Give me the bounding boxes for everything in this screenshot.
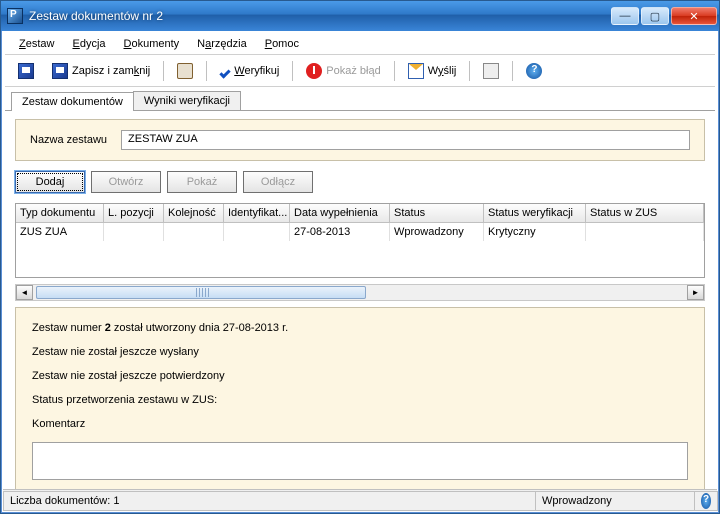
send-label: Wyślij (428, 65, 457, 77)
info-panel: Zestaw numer 2 został utworzony dnia 27-… (15, 307, 705, 489)
cell-lp (104, 223, 164, 241)
save-and-close-button[interactable]: Zapisz i zamknij (45, 59, 157, 83)
comment-label: Komentarz (32, 418, 688, 430)
cell-typ: ZUS ZUA (16, 223, 104, 241)
verify-label: Weryfikuj (234, 65, 279, 77)
titlebar: Zestaw dokumentów nr 2 — ▢ ✕ (1, 1, 719, 31)
info-created: Zestaw numer 2 został utworzony dnia 27-… (32, 322, 688, 334)
separator (512, 61, 513, 81)
comment-input[interactable] (32, 442, 688, 480)
name-label: Nazwa zestawu (30, 134, 107, 146)
mail-icon (408, 63, 424, 79)
cell-kol (164, 223, 224, 241)
info-not-confirmed: Zestaw nie został jeszcze potwierdzony (32, 370, 688, 382)
minimize-button[interactable]: — (611, 7, 639, 25)
horizontal-scrollbar[interactable]: ◄ ► (15, 284, 705, 301)
save-and-close-label: Zapisz i zamknij (72, 65, 150, 77)
status-help-button[interactable]: ? (694, 491, 718, 511)
show-button: Pokaż (167, 171, 237, 193)
menu-edycja[interactable]: Edycja (64, 36, 113, 52)
cell-ident (224, 223, 290, 241)
table-row[interactable]: ZUS ZUA 27-08-2013 Wprowadzony Krytyczny (16, 223, 704, 241)
menu-dokumenty[interactable]: Dokumenty (116, 36, 188, 52)
close-button[interactable]: ✕ (671, 7, 717, 25)
toolbar: Zapisz i zamknij Weryfikuj Pokaż błąd Wy… (5, 55, 715, 87)
col-status[interactable]: Status (390, 204, 484, 222)
detach-button: Odłącz (243, 171, 313, 193)
tab-zestaw-dokumentow[interactable]: Zestaw dokumentów (11, 92, 134, 111)
help-button[interactable]: ? (519, 59, 549, 83)
status-doc-count: Liczba dokumentów: 1 (3, 491, 536, 511)
cell-statwer: Krytyczny (484, 223, 586, 241)
help-icon: ? (701, 493, 711, 509)
save-icon (18, 63, 34, 79)
print-button[interactable] (170, 59, 200, 83)
separator (206, 61, 207, 81)
show-error-label: Pokaż błąd (326, 65, 380, 77)
separator (394, 61, 395, 81)
scroll-grips (196, 288, 210, 297)
info-not-sent: Zestaw nie został jeszcze wysłany (32, 346, 688, 358)
content-area: Nazwa zestawu ZESTAW ZUA Dodaj Otwórz Po… (5, 111, 715, 489)
col-statwer[interactable]: Status weryfikacji (484, 204, 586, 222)
parse-button[interactable] (476, 59, 506, 83)
menu-zestaw[interactable]: Zestaw (11, 36, 62, 52)
col-ident[interactable]: Identyfikat... (224, 204, 290, 222)
parse-icon (483, 63, 499, 79)
separator (163, 61, 164, 81)
save-button[interactable] (11, 59, 41, 83)
app-icon (7, 8, 23, 24)
col-statzus[interactable]: Status w ZUS (586, 204, 704, 222)
window: Zestaw dokumentów nr 2 — ▢ ✕ Zestaw Edyc… (0, 0, 720, 514)
scroll-left-arrow[interactable]: ◄ (16, 285, 33, 300)
documents-grid: Typ dokumentu L. pozycji Kolejność Ident… (15, 203, 705, 278)
tab-wyniki-weryfikacji[interactable]: Wyniki weryfikacji (133, 91, 241, 110)
name-input[interactable]: ZESTAW ZUA (121, 130, 690, 150)
separator (292, 61, 293, 81)
name-panel: Nazwa zestawu ZESTAW ZUA (15, 119, 705, 161)
check-icon (220, 67, 231, 78)
window-title: Zestaw dokumentów nr 2 (29, 9, 611, 23)
statusbar: Liczba dokumentów: 1 Wprowadzony ? (3, 489, 717, 511)
col-typ[interactable]: Typ dokumentu (16, 204, 104, 222)
cell-data: 27-08-2013 (290, 223, 390, 241)
info-zus-status: Status przetworzenia zestawu w ZUS: (32, 394, 688, 406)
add-button[interactable]: Dodaj (15, 171, 85, 193)
grid-body: ZUS ZUA 27-08-2013 Wprowadzony Krytyczny (16, 223, 704, 277)
tabs-row: Zestaw dokumentów Wyniki weryfikacji (5, 87, 715, 111)
error-icon (306, 63, 322, 79)
col-data[interactable]: Data wypełnienia (290, 204, 390, 222)
menu-narzedzia[interactable]: Narzędzia (189, 36, 255, 52)
scroll-right-arrow[interactable]: ► (687, 285, 704, 300)
show-error-button: Pokaż błąd (299, 59, 387, 83)
send-button[interactable]: Wyślij (401, 59, 464, 83)
menu-pomoc[interactable]: Pomoc (257, 36, 307, 52)
maximize-button[interactable]: ▢ (641, 7, 669, 25)
grid-header: Typ dokumentu L. pozycji Kolejność Ident… (16, 204, 704, 223)
col-kol[interactable]: Kolejność (164, 204, 224, 222)
col-lp[interactable]: L. pozycji (104, 204, 164, 222)
help-icon: ? (526, 63, 542, 79)
open-button: Otwórz (91, 171, 161, 193)
save-xml-icon (52, 63, 68, 79)
cell-statzus (586, 223, 704, 241)
print-icon (177, 63, 193, 79)
separator (469, 61, 470, 81)
window-controls: — ▢ ✕ (611, 7, 717, 25)
cell-status: Wprowadzony (390, 223, 484, 241)
status-state: Wprowadzony (535, 491, 695, 511)
verify-button[interactable]: Weryfikuj (213, 59, 286, 83)
menubar: Zestaw Edycja Dokumenty Narzędzia Pomoc (5, 33, 715, 55)
grid-buttons: Dodaj Otwórz Pokaż Odłącz (15, 167, 705, 197)
